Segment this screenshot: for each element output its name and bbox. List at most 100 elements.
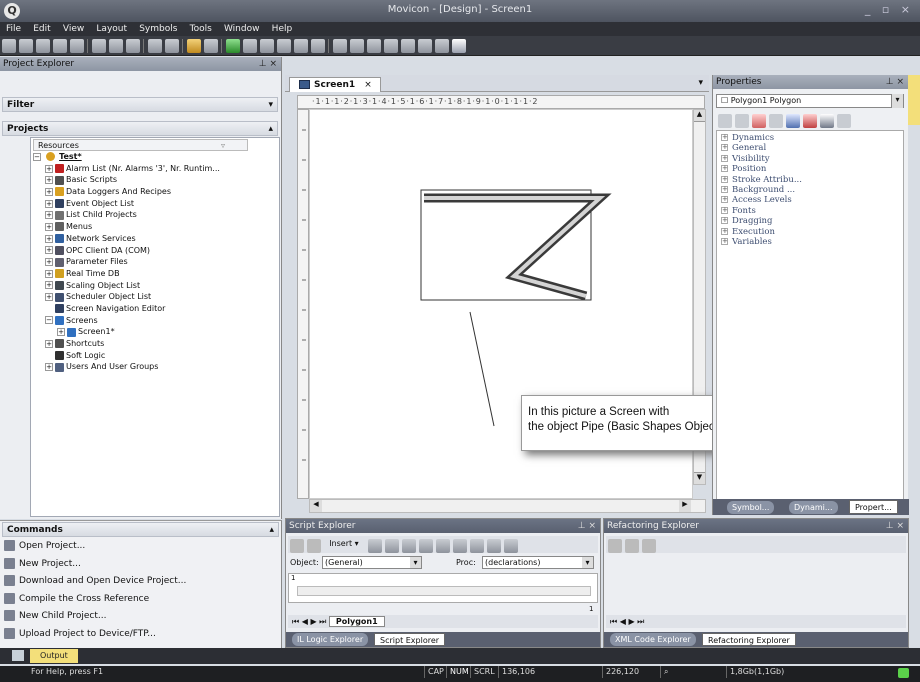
- expand-icon[interactable]: +: [45, 363, 53, 372]
- sheet-tab-polygon1[interactable]: Polygon1: [328, 616, 385, 627]
- screen-icon[interactable]: [204, 39, 218, 53]
- menu-file[interactable]: File: [6, 22, 21, 36]
- script-editor[interactable]: 1: [288, 573, 598, 603]
- expand-icon[interactable]: +: [45, 199, 53, 208]
- scroll-right-icon[interactable]: ▶: [679, 500, 691, 512]
- tree-item[interactable]: + Shortcuts: [31, 338, 279, 350]
- property-group[interactable]: + Dragging: [721, 216, 903, 226]
- output-tab[interactable]: Output: [30, 649, 78, 663]
- expand-icon[interactable]: +: [45, 293, 53, 302]
- side-tab[interactable]: [908, 75, 920, 125]
- edit-icon[interactable]: [367, 39, 381, 53]
- copy-icon[interactable]: [109, 39, 123, 53]
- pages-icon[interactable]: [786, 114, 800, 128]
- settings-icon[interactable]: [243, 39, 257, 53]
- selection-rectangle[interactable]: [420, 189, 592, 301]
- property-group[interactable]: + General: [721, 143, 903, 153]
- comment-icon[interactable]: [803, 114, 817, 128]
- check-icon[interactable]: [384, 39, 398, 53]
- command-item[interactable]: New Child Project...: [0, 608, 281, 626]
- check-icon[interactable]: [290, 539, 304, 553]
- scroll-up-icon[interactable]: ▲: [694, 110, 705, 122]
- menu-window[interactable]: Window: [224, 22, 260, 36]
- refresh-icon[interactable]: [608, 539, 622, 553]
- expand-icon[interactable]: +: [45, 187, 53, 196]
- check-icon[interactable]: [718, 114, 732, 128]
- tab-xml-code-explorer[interactable]: XML Code Explorer: [610, 633, 696, 646]
- expand-icon[interactable]: +: [45, 281, 53, 290]
- tree-item[interactable]: + Network Services: [31, 233, 279, 245]
- find-icon[interactable]: [401, 39, 415, 53]
- open-folder-icon[interactable]: [36, 39, 50, 53]
- sort-icon[interactable]: [769, 114, 783, 128]
- expand-icon[interactable]: +: [45, 164, 53, 173]
- debug-icon[interactable]: [486, 539, 501, 553]
- chevron-up-icon[interactable]: ▴: [269, 523, 274, 537]
- expand-icon[interactable]: +: [721, 175, 728, 183]
- breakpoint-icon[interactable]: [469, 539, 484, 553]
- tree-item[interactable]: + Menus: [31, 221, 279, 233]
- pin-close-icon[interactable]: ⊥ ×: [886, 519, 904, 533]
- menu-edit[interactable]: Edit: [33, 22, 50, 36]
- expand-icon[interactable]: +: [721, 237, 728, 245]
- print-icon[interactable]: [435, 39, 449, 53]
- expand-icon[interactable]: +: [45, 234, 53, 243]
- expand-icon[interactable]: +: [721, 134, 728, 141]
- window-icon[interactable]: [418, 539, 433, 553]
- scroll-down-icon[interactable]: ▼: [694, 472, 705, 484]
- help-icon[interactable]: [452, 39, 466, 53]
- menu-help[interactable]: Help: [272, 22, 293, 36]
- nav-icons[interactable]: ⏮ ◀ ▶ ⏭: [610, 617, 644, 626]
- tree-item[interactable]: + Users And User Groups: [31, 361, 279, 373]
- help-icon[interactable]: [820, 114, 834, 128]
- chevron-down-icon[interactable]: ▾: [891, 94, 903, 108]
- property-group[interactable]: + Visibility: [721, 154, 903, 164]
- window-controls[interactable]: _ ▫ ×: [865, 3, 914, 16]
- expand-icon[interactable]: +: [721, 154, 728, 162]
- run-icon[interactable]: [226, 39, 240, 53]
- close-icon[interactable]: ×: [364, 80, 372, 90]
- property-group[interactable]: + Fonts: [721, 206, 903, 216]
- save-icon[interactable]: [53, 39, 67, 53]
- expand-icon[interactable]: +: [721, 144, 728, 152]
- tab-il-logic-explorer[interactable]: IL Logic Explorer: [292, 633, 369, 646]
- insert-menu[interactable]: Insert ▾: [329, 539, 359, 548]
- expand-icon[interactable]: +: [721, 165, 728, 173]
- property-group[interactable]: + Position: [721, 164, 903, 174]
- apply-icon[interactable]: [625, 539, 639, 553]
- proc-dropdown[interactable]: (declarations) ▾: [482, 556, 594, 569]
- chevron-down-icon[interactable]: ▾: [582, 557, 593, 568]
- tree-item[interactable]: + Data Loggers And Recipes: [31, 186, 279, 198]
- property-group[interactable]: + Execution: [721, 227, 903, 237]
- expand-icon[interactable]: +: [57, 328, 65, 337]
- tree-root[interactable]: − Test*: [31, 151, 279, 163]
- filter-icon[interactable]: [837, 114, 851, 128]
- property-group[interactable]: + Stroke Attribu...: [721, 175, 903, 185]
- new-icon[interactable]: [2, 39, 16, 53]
- collapse-icon[interactable]: −: [45, 316, 53, 325]
- tree-item[interactable]: − Screens: [31, 315, 279, 327]
- paste-icon[interactable]: [126, 39, 140, 53]
- chevron-up-icon[interactable]: ▴: [268, 122, 273, 136]
- device-icon[interactable]: [277, 39, 291, 53]
- scroll-left-icon[interactable]: ◀: [310, 500, 322, 512]
- projects-section[interactable]: Projects ▴: [2, 121, 278, 136]
- command-item[interactable]: Compile the Cross Reference: [0, 591, 281, 609]
- tree-item[interactable]: + Scheduler Object List: [31, 291, 279, 303]
- tab-list-icon[interactable]: ▾: [698, 78, 703, 88]
- tab-properties[interactable]: Propert...: [849, 500, 898, 514]
- command-item[interactable]: Upload Project to Device/FTP...: [0, 626, 281, 644]
- expand-icon[interactable]: +: [721, 185, 728, 193]
- tree-item[interactable]: + Basic Scripts: [31, 174, 279, 186]
- align-icon[interactable]: [333, 39, 347, 53]
- object-dropdown[interactable]: (General) ▾: [322, 556, 422, 569]
- chevron-down-icon[interactable]: ▾: [410, 557, 421, 568]
- pin-close-icon[interactable]: ⊥ ×: [578, 519, 596, 533]
- list-icon[interactable]: [401, 539, 416, 553]
- grid-icon[interactable]: [503, 539, 518, 553]
- expand-icon[interactable]: +: [721, 227, 728, 235]
- expand-icon[interactable]: +: [45, 176, 53, 185]
- tab-script-explorer[interactable]: Script Explorer: [374, 633, 446, 646]
- tree-item[interactable]: + Event Object List: [31, 198, 279, 210]
- horizontal-scrollbar[interactable]: ◀ ▶: [309, 499, 706, 513]
